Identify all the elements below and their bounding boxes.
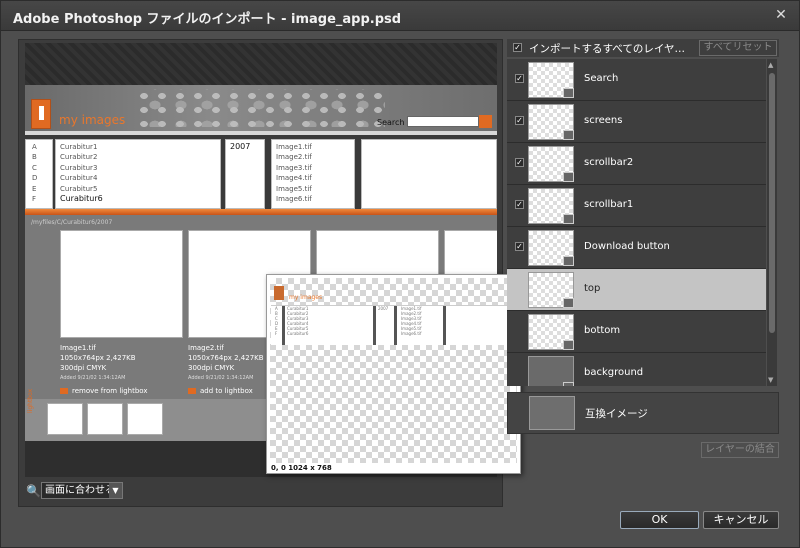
- mini-splitter: [282, 306, 285, 345]
- merge-layers-button[interactable]: レイヤーの結合: [701, 442, 779, 458]
- preview-logo-icon: [31, 99, 51, 129]
- preview-add-action: add to lightbox: [188, 387, 253, 395]
- reset-all-button[interactable]: すべてリセット: [699, 40, 777, 56]
- magnifier-icon: 🔍: [26, 484, 41, 498]
- layer-row-search[interactable]: ✓ Search: [507, 59, 766, 101]
- preview-search-icon: [479, 115, 492, 128]
- layer-name: screens: [584, 115, 623, 126]
- layer-row-download-button[interactable]: ✓ Download button: [507, 227, 766, 269]
- layer-name: Download button: [584, 241, 670, 252]
- lightbox-thumb: [47, 403, 83, 435]
- lightbox-thumb: [127, 403, 163, 435]
- preview-card-1-meta: Image1.tif 1050x764px 2,427KB 300dpi CMY…: [60, 344, 136, 381]
- layer-row-bottom[interactable]: bottom: [507, 311, 766, 353]
- lightbox-thumb: [87, 403, 123, 435]
- chevron-down-icon: ▼: [109, 483, 122, 498]
- preview-path: /myfiles/C/Curabitur6/2007: [31, 219, 113, 226]
- import-dialog: Adobe Photoshop ファイルのインポート - image_app.p…: [0, 0, 800, 548]
- preview-column-1: Curabitur1 Curabitur2 Curabitur3 Curabitur4…: [55, 139, 221, 209]
- preview-splitter: [25, 131, 497, 135]
- layer-checkbox[interactable]: ✓: [515, 242, 524, 251]
- preview-column-2: 2007: [225, 139, 265, 209]
- title-bar: Adobe Photoshop ファイルのインポート - image_app.p…: [1, 1, 799, 31]
- preview-brand: my images: [59, 113, 126, 127]
- layer-name: Search: [584, 73, 619, 84]
- mini-splitter: [373, 306, 376, 345]
- preview-column-letters: ABCDEF: [25, 139, 53, 209]
- layer-row-background[interactable]: background: [507, 353, 766, 386]
- preview-column-4: [361, 139, 497, 209]
- layer-checkbox[interactable]: ✓: [515, 200, 524, 209]
- layer-name: scrollbar2: [584, 157, 634, 168]
- preview-search-box: [407, 116, 479, 127]
- layer-name: top: [584, 283, 601, 294]
- layer-thumbnail: [528, 356, 574, 386]
- layer-thumbnail: [528, 188, 574, 224]
- composite-label: 互換イメージ: [585, 408, 648, 420]
- scroll-up-icon[interactable]: ▲: [768, 61, 773, 69]
- popup-status: 0, 0 1024 x 768: [271, 464, 332, 472]
- layer-thumbnail: [528, 104, 574, 140]
- mini-column-letters: ABCDEF: [275, 306, 279, 336]
- select-all-label: インポートするすべてのレイヤ…: [529, 43, 686, 55]
- mini-column-3: Image1.tif Image2.tif Image3.tif Image4.tif…: [401, 306, 422, 336]
- layer-thumbnail: [528, 314, 574, 350]
- close-icon[interactable]: ✕: [773, 7, 789, 23]
- mini-splitter: [394, 306, 397, 345]
- layers-scrollbar[interactable]: ▲ ▼: [767, 59, 777, 386]
- mini-column-2: 2007: [378, 306, 389, 311]
- layer-name: background: [584, 367, 644, 378]
- composite-image-row[interactable]: 互換イメージ: [507, 392, 779, 434]
- layer-thumbnail: [528, 62, 574, 98]
- layer-thumbnail: [528, 230, 574, 266]
- layer-thumbnail: [528, 272, 574, 308]
- layer-name: scrollbar1: [584, 199, 634, 210]
- preview-card-2-meta: Image2.tif 1050x764px 2,427KB 300dpi CMY…: [188, 344, 264, 381]
- layer-row-screens[interactable]: ✓ screens: [507, 101, 766, 143]
- mini-column-1: Curabitur1 Curabitur2 Curabitur3 Curabitur4…: [287, 306, 309, 336]
- zoom-select[interactable]: 画面に合わせる ▼: [41, 482, 123, 499]
- preview-top-band: [25, 43, 497, 85]
- layer-checkbox[interactable]: ✓: [515, 158, 524, 167]
- layer-row-scrollbar1[interactable]: ✓ scrollbar1: [507, 185, 766, 227]
- layer-preview-popup: my images ABCDEF Curabitur1 Curabitur2 Cur…: [266, 274, 521, 474]
- mini-splitter: [443, 306, 446, 345]
- mini-brand: my images: [289, 294, 323, 301]
- preview-search-label: Search: [377, 118, 405, 127]
- layers-list: ✓ Search ✓ screens ✓ scrollbar2 ✓ scroll…: [507, 59, 766, 386]
- scroll-down-icon[interactable]: ▼: [768, 376, 773, 384]
- scroll-thumb[interactable]: [769, 73, 775, 333]
- layer-row-scrollbar2[interactable]: ✓ scrollbar2: [507, 143, 766, 185]
- select-all-checkbox[interactable]: ✓: [513, 43, 522, 52]
- mini-logo-icon: [274, 286, 284, 300]
- window-title: Adobe Photoshop ファイルのインポート - image_app.p…: [13, 12, 402, 27]
- preview-column-3: Image1.tif Image2.tif Image3.tif Image4.tif…: [271, 139, 355, 209]
- preview-thumb-1: [60, 230, 183, 338]
- preview-remove-action: remove from lightbox: [60, 387, 148, 395]
- layer-checkbox[interactable]: ✓: [515, 116, 524, 125]
- layer-name: bottom: [584, 325, 621, 336]
- layer-thumbnail: [528, 146, 574, 182]
- layer-checkbox[interactable]: ✓: [515, 74, 524, 83]
- preview-orange-strip: [25, 209, 497, 215]
- layer-row-top[interactable]: top: [507, 269, 766, 311]
- cancel-button[interactable]: キャンセル: [703, 511, 779, 529]
- composite-thumbnail: [529, 396, 575, 430]
- ok-button[interactable]: OK: [620, 511, 699, 529]
